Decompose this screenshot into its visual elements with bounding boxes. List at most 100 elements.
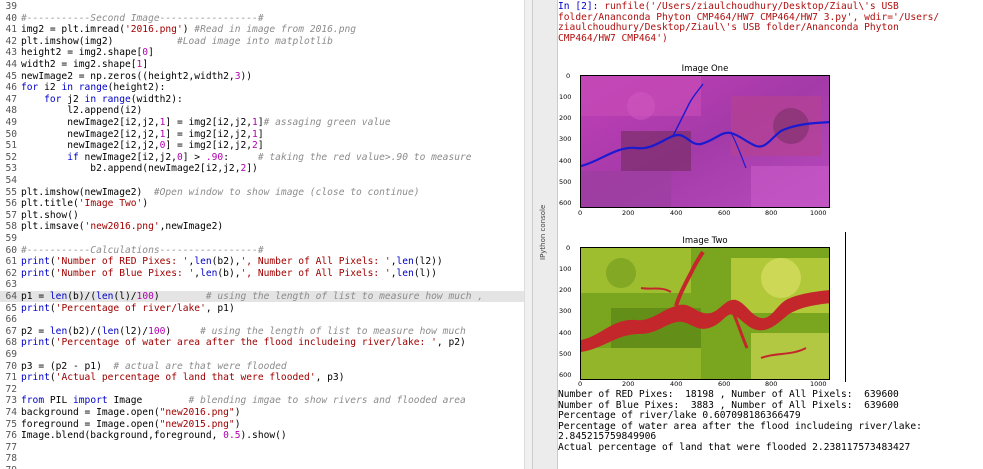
code-token: newImage2[i2,j2, — [21, 140, 160, 152]
code-token: print — [21, 372, 50, 384]
code-line[interactable]: 61 print('Number of RED Pixes: ',len(b2),… — [0, 256, 524, 267]
code-token: len — [49, 325, 68, 337]
code-token: from — [21, 395, 50, 407]
code-line[interactable]: 65 print('Percentage of river/lake', p1) — [0, 303, 524, 314]
code-editor[interactable]: 39 40 #-----------Second Image------------… — [0, 0, 532, 469]
code-line[interactable]: 40 #-----------Second Image--------------… — [0, 13, 524, 24]
code-token: print — [21, 267, 50, 279]
ipython-console-label: IPython console — [539, 204, 547, 260]
image-one-picture — [581, 76, 829, 207]
code-token: (width2): — [130, 93, 183, 105]
code-token: 'Percentage of river/lake' — [55, 302, 206, 314]
code-line[interactable]: 69 — [0, 349, 524, 360]
code-token: background = Image.open( — [21, 407, 160, 418]
code-token: import — [73, 395, 114, 407]
line-number: 47 — [5, 93, 17, 105]
code-token: )) — [240, 70, 253, 82]
code-line[interactable]: 48 l2.append(i2) — [0, 105, 524, 116]
code-line[interactable]: 62 print('Number of Blue Pixes: ',len(b),… — [0, 268, 524, 279]
code-token: 100 — [148, 325, 166, 337]
code-line[interactable]: 42 plt.imshow(img2) #Load image into matp… — [0, 36, 524, 47]
x-tick-label: 200 — [622, 209, 635, 217]
line-number: 56 — [5, 198, 17, 210]
x-tick-label: 600 — [718, 209, 731, 217]
line-number: 46 — [5, 82, 17, 94]
code-line[interactable]: 54 — [0, 175, 524, 186]
code-line[interactable]: 41 img2 = plt.imread('2016.png') #Read in… — [0, 24, 524, 35]
code-line[interactable]: 70 p3 = (p2 - p1) # actual are that were … — [0, 361, 524, 372]
code-line[interactable]: 39 — [0, 1, 524, 12]
code-line[interactable]: 59 — [0, 233, 524, 244]
code-line[interactable]: 43 height2 = img2.shape[0] — [0, 47, 524, 58]
code-token: ] — [257, 128, 264, 140]
code-line[interactable]: 57 plt.show() — [0, 210, 524, 221]
code-line[interactable]: 71 print('Actual percentage of land that … — [0, 372, 524, 383]
code-line[interactable]: 53 b2.append(newImage2[i2,j2,2]) — [0, 163, 524, 174]
code-token: 'Number of RED Pixes: ' — [55, 256, 189, 268]
code-line[interactable]: 79 — [0, 465, 524, 469]
code-token: (b2)/( — [67, 325, 102, 337]
code-token: plt.title( — [21, 198, 79, 210]
code-token: ', Number of All Pixels: ' — [240, 256, 391, 268]
line-number: 62 — [5, 267, 17, 279]
image-two-plot — [580, 247, 830, 380]
code-line[interactable]: 52 if newImage2[i2,j2,0] > .90: # taking… — [0, 152, 524, 163]
code-line[interactable]: 64 p1 = len(b)/(len(l)/100) # using the l… — [0, 291, 524, 302]
code-token: (l)/ — [113, 291, 137, 302]
code-token: , p2) — [436, 337, 466, 349]
code-line[interactable]: 77 — [0, 442, 524, 453]
code-line[interactable]: 78 — [0, 453, 524, 464]
code-line[interactable]: 58 plt.imsave('new2016.png',newImage2) — [0, 221, 524, 232]
code-token: "new2016.png" — [159, 407, 235, 418]
code-token: (l)) — [413, 267, 437, 279]
x-tick-label: 200 — [622, 380, 635, 388]
code-line[interactable]: 51 newImage2[i2,j2,0] = img2[i2,j2,2] — [0, 140, 524, 151]
ipython-console[interactable]: In [2]: runfile('/Users/ziaulchoudhury/D… — [558, 0, 983, 469]
code-line[interactable]: 56 plt.title('Image Two') — [0, 198, 524, 209]
code-token: Image.blend(background,foreground, — [21, 430, 224, 442]
code-line[interactable]: 72 — [0, 384, 524, 395]
code-line[interactable]: 60 #-----------Calculations--------------… — [0, 245, 524, 256]
y-tick-label: 600 — [559, 199, 572, 207]
code-line[interactable]: 47 for j2 in range(width2): — [0, 94, 524, 105]
code-token: width2 = img2.shape[ — [21, 59, 137, 70]
code-line[interactable]: 55 plt.imshow(newImage2) #Open window to … — [0, 187, 524, 198]
ipython-console-tab[interactable]: IPython console — [532, 0, 558, 469]
line-number: 63 — [5, 279, 17, 291]
code-token: newImage2[i2,j2, — [21, 128, 160, 140]
y-tick-label: 300 — [559, 135, 572, 143]
line-number: 78 — [5, 453, 17, 465]
code-token: print — [21, 302, 50, 314]
code-line[interactable]: 46 for i2 in range(height2): — [0, 82, 524, 93]
code-token: # assaging green value — [263, 117, 391, 128]
code-line[interactable]: 68 print('Percentage of water area after … — [0, 337, 524, 348]
code-token: 'Actual percentage of land that were flo… — [55, 372, 316, 384]
code-line[interactable]: 66 — [0, 314, 524, 325]
code-line[interactable]: 74 background = Image.open("new2016.png") — [0, 407, 524, 418]
code-line[interactable]: 44 width2 = img2.shape[1] — [0, 59, 524, 70]
code-line[interactable]: 73 from PIL import Image # blending imgae… — [0, 395, 524, 406]
code-line[interactable]: 76 Image.blend(background,foreground, 0.5… — [0, 430, 524, 441]
code-line[interactable]: 67 p2 = len(b2)/(len(l2)/100) # using the… — [0, 326, 524, 337]
code-token: ] — [257, 140, 264, 152]
code-token: j2 — [67, 93, 85, 105]
code-token: len — [194, 256, 212, 268]
image-one-plot — [580, 75, 830, 208]
runfile-text: ziaulchoudhury/Desktop/Ziaul\'s USB fold… — [558, 22, 899, 33]
code-line[interactable]: 63 — [0, 279, 524, 290]
line-number: 44 — [5, 59, 17, 70]
code-line[interactable]: 75 foreground = Image.open("new2015.png") — [0, 419, 524, 430]
code-token: ] = img2[i2,j2, — [165, 140, 253, 152]
code-token: ) — [165, 325, 201, 337]
code-token: , p1) — [205, 302, 235, 314]
line-number: 52 — [5, 151, 17, 163]
code-line[interactable]: 49 newImage2[i2,j2,1] = img2[i2,j2,1]# a… — [0, 117, 524, 128]
y-tick-label: 100 — [559, 265, 572, 273]
code-token: l2.append(i2) — [21, 105, 143, 117]
y-tick-label: 300 — [559, 307, 572, 315]
code-line[interactable]: 45 newImage2 = np.zeros((height2,width2,3… — [0, 71, 524, 82]
line-number: 55 — [5, 186, 17, 198]
code-token: 'Image Two' — [78, 198, 143, 210]
code-token: ', Number of All Pixels: ' — [240, 267, 391, 279]
code-line[interactable]: 50 newImage2[i2,j2,1] = img2[i2,j2,1] — [0, 129, 524, 140]
